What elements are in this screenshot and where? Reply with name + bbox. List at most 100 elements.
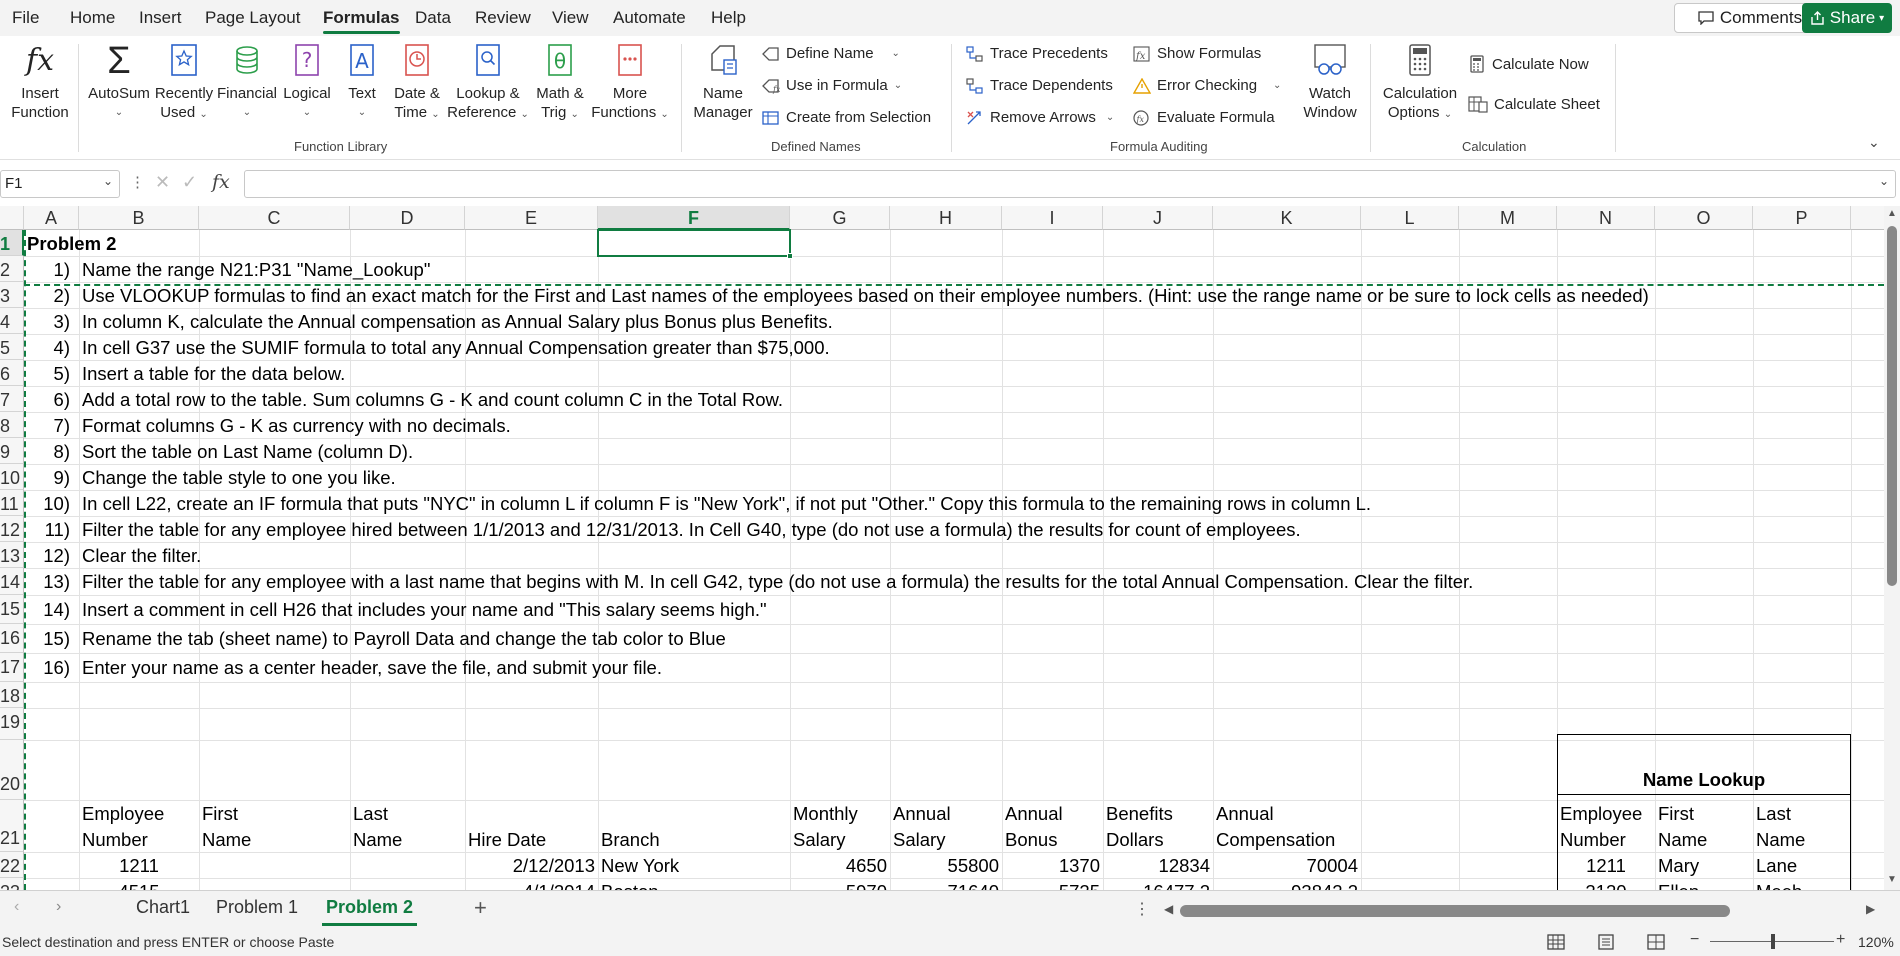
calculate-now-button[interactable]: Calculate Now [1468, 55, 1589, 73]
financial-button[interactable]: Financial ⌄ [216, 42, 278, 122]
cancel-icon[interactable]: ✕ [155, 172, 170, 193]
row-header-11[interactable]: 11 [0, 490, 24, 516]
text-button[interactable]: A Text ⌄ [338, 42, 386, 122]
column-header-k[interactable]: K [1213, 206, 1361, 230]
zoom-level[interactable]: 120% [1858, 934, 1894, 950]
zoom-in-icon[interactable]: + [1836, 931, 1845, 949]
menu-file[interactable]: File [12, 8, 39, 28]
show-formulas-button[interactable]: fx Show Formulas [1133, 45, 1261, 62]
collapse-ribbon-icon[interactable]: ⌄ [1868, 134, 1880, 151]
select-all-corner[interactable] [0, 206, 24, 230]
column-header-g[interactable]: G [790, 206, 890, 230]
menu-home[interactable]: Home [70, 8, 115, 28]
define-name-button[interactable]: Define Name ⌄ [762, 45, 900, 62]
row-header-9[interactable]: 9 [0, 438, 24, 464]
row-header-5[interactable]: 5 [0, 334, 24, 360]
name-manager-button[interactable]: Name Manager [688, 42, 758, 122]
row-header-16[interactable]: 16 [0, 624, 24, 653]
menu-formulas[interactable]: Formulas [323, 8, 400, 34]
more-functions-button[interactable]: More Functions ⌄ [590, 42, 670, 124]
row-header-1[interactable]: 1 [0, 230, 24, 256]
enter-icon[interactable]: ✓ [182, 172, 197, 193]
column-header-c[interactable]: C [199, 206, 350, 230]
menu-automate[interactable]: Automate [613, 8, 686, 28]
fill-handle[interactable] [787, 253, 793, 259]
more-options-icon[interactable]: ⋮ [130, 173, 145, 191]
insert-function-icon[interactable]: fx [212, 171, 230, 193]
column-header-q[interactable] [1851, 206, 1884, 230]
column-header-a[interactable]: A [24, 206, 79, 230]
calculate-sheet-button[interactable]: Calculate Sheet [1468, 95, 1600, 113]
vertical-scrollbar[interactable]: ▲ ▼ [1884, 206, 1900, 890]
menu-help[interactable]: Help [711, 8, 746, 28]
menu-insert[interactable]: Insert [139, 8, 182, 28]
zoom-out-icon[interactable]: − [1690, 931, 1699, 949]
error-checking-button[interactable]: Error Checking ⌄ [1133, 77, 1281, 94]
tab-problem-1[interactable]: Problem 1 [216, 897, 298, 918]
active-cell-f1[interactable] [597, 229, 791, 257]
column-header-n[interactable]: N [1557, 206, 1655, 230]
row-header-18[interactable]: 18 [0, 682, 24, 708]
normal-view-icon[interactable] [1546, 933, 1566, 951]
formula-input[interactable]: ⌄ [244, 170, 1896, 198]
column-header-l[interactable]: L [1361, 206, 1459, 230]
date-time-button[interactable]: Date & Time ⌄ [388, 42, 446, 124]
evaluate-formula-button[interactable]: fx Evaluate Formula [1133, 109, 1275, 126]
page-layout-view-icon[interactable] [1596, 933, 1616, 951]
row-header-22[interactable]: 22 [0, 852, 24, 878]
row-header-17[interactable]: 17 [0, 653, 24, 682]
column-header-i[interactable]: I [1002, 206, 1103, 230]
scroll-left-icon[interactable]: ◀ [1164, 902, 1173, 916]
row-header-14[interactable]: 14 [0, 568, 24, 595]
row-header-21[interactable]: 21 [0, 800, 24, 852]
expand-formula-icon[interactable]: ⌄ [1879, 174, 1889, 188]
row-header-23[interactable]: 23 [0, 878, 24, 890]
menu-review[interactable]: Review [475, 8, 531, 28]
row-header-15[interactable]: 15 [0, 595, 24, 624]
tab-scroll-right-icon[interactable]: › [56, 898, 61, 916]
column-header-e[interactable]: E [465, 206, 598, 230]
name-box[interactable]: F1 ⌄ [0, 170, 120, 198]
more-options-icon[interactable]: ⋮ [1134, 899, 1150, 919]
recently-used-button[interactable]: Recently Used ⌄ [152, 42, 216, 124]
row-header-20[interactable]: 20 [0, 740, 24, 800]
scroll-down-icon[interactable]: ▼ [1887, 874, 1897, 885]
row-header-7[interactable]: 7 [0, 386, 24, 412]
page-break-view-icon[interactable] [1646, 933, 1666, 951]
menu-view[interactable]: View [552, 8, 589, 28]
lookup-reference-button[interactable]: Lookup & Reference ⌄ [446, 42, 530, 124]
row-header-4[interactable]: 4 [0, 308, 24, 334]
zoom-slider-thumb[interactable] [1771, 934, 1775, 949]
menu-page-layout[interactable]: Page Layout [205, 8, 300, 28]
row-header-6[interactable]: 6 [0, 360, 24, 386]
remove-arrows-button[interactable]: Remove Arrows ⌄ [966, 109, 1114, 126]
horizontal-scroll-thumb[interactable] [1180, 905, 1730, 917]
row-header-19[interactable]: 19 [0, 708, 24, 740]
watch-window-button[interactable]: Watch Window [1294, 42, 1366, 122]
trace-dependents-button[interactable]: Trace Dependents [966, 77, 1113, 94]
worksheet-grid[interactable]: A B C D E F G H I J K L M N O P 1 2 3 4 … [0, 206, 1884, 890]
row-header-12[interactable]: 12 [0, 516, 24, 542]
row-header-2[interactable]: 2 [0, 256, 24, 282]
column-header-d[interactable]: D [350, 206, 465, 230]
create-from-selection-button[interactable]: Create from Selection [762, 109, 931, 126]
math-trig-button[interactable]: θ Math & Trig ⌄ [530, 42, 590, 124]
column-header-o[interactable]: O [1655, 206, 1753, 230]
insert-function-button[interactable]: fx Insert Function [10, 42, 70, 122]
scroll-right-icon[interactable]: ▶ [1866, 902, 1875, 916]
share-button[interactable]: Share ▾ [1802, 3, 1892, 33]
column-header-f[interactable]: F [598, 206, 790, 230]
tab-chart1[interactable]: Chart1 [136, 897, 190, 918]
row-header-10[interactable]: 10 [0, 464, 24, 490]
trace-precedents-button[interactable]: Trace Precedents [966, 45, 1108, 62]
scroll-up-icon[interactable]: ▲ [1887, 208, 1897, 219]
column-header-m[interactable]: M [1459, 206, 1557, 230]
logical-button[interactable]: ? Logical ⌄ [278, 42, 336, 122]
column-header-p[interactable]: P [1753, 206, 1851, 230]
menu-data[interactable]: Data [415, 8, 451, 28]
column-header-h[interactable]: H [890, 206, 1002, 230]
use-in-formula-button[interactable]: fx Use in Formula ⌄ [762, 77, 902, 94]
tab-scroll-left-icon[interactable]: ‹ [14, 898, 19, 916]
column-header-b[interactable]: B [79, 206, 199, 230]
column-header-j[interactable]: J [1103, 206, 1213, 230]
